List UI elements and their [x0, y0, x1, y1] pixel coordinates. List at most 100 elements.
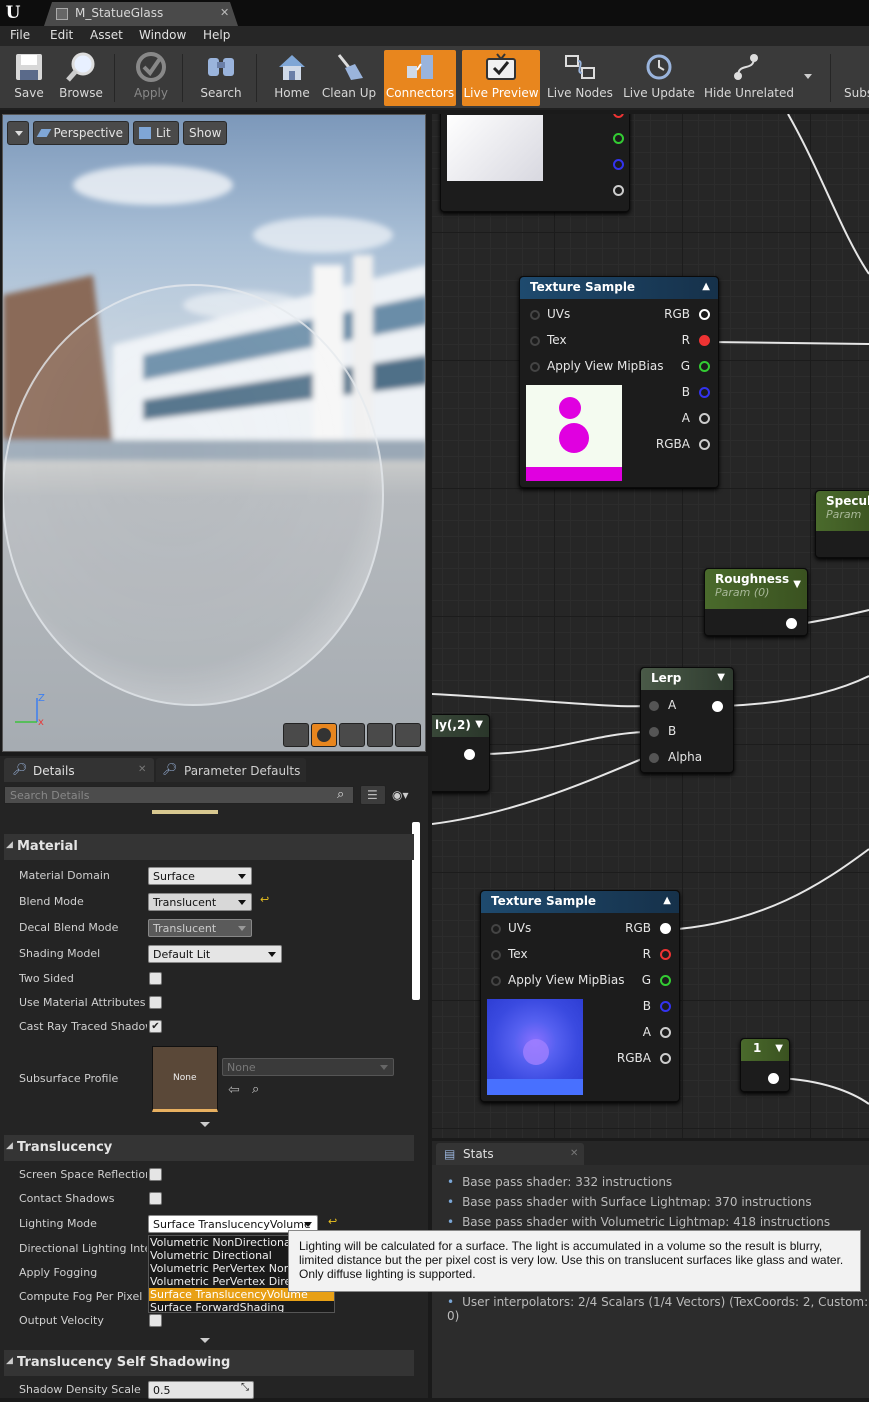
material-domain-dropdown[interactable]: Surface — [148, 867, 252, 885]
preview-viewport[interactable]: Perspective Lit Show Z x — [2, 114, 426, 752]
use-material-attributes-checkbox[interactable] — [149, 996, 162, 1009]
mipbias-input-pin-icon[interactable] — [491, 976, 501, 986]
output-pin-icon[interactable] — [712, 701, 723, 712]
a-output-pin-icon[interactable] — [660, 1027, 671, 1038]
show-button[interactable]: Show — [183, 121, 227, 145]
connectors-button[interactable]: Connectors — [384, 50, 456, 106]
apply-button[interactable]: Apply — [128, 50, 174, 106]
reset-to-default-icon[interactable]: ↩ — [328, 1215, 337, 1228]
subsurface-thumbnail[interactable]: None — [152, 1046, 218, 1112]
lit-button[interactable]: Lit — [133, 121, 179, 145]
constant-node[interactable]: 1 ▼ — [740, 1038, 790, 1092]
specular-param-node[interactable]: Specul Param — [815, 490, 869, 558]
b-input-pin-icon[interactable] — [649, 727, 659, 737]
browse-button[interactable]: Browse — [56, 50, 106, 106]
node-header[interactable]: 1 ▼ — [741, 1039, 789, 1061]
translucency-section-header[interactable]: ◢ Translucency — [4, 1135, 414, 1161]
drag-handle-icon[interactable]: ⤡ — [241, 1382, 249, 1393]
material-graph[interactable]: Texture Sample ▲ UVs Tex Apply View MipBi… — [432, 114, 869, 1138]
g-output-pin-icon[interactable] — [660, 975, 671, 986]
rgba-output-pin-icon[interactable] — [699, 439, 710, 450]
search-button[interactable]: Search — [196, 50, 246, 106]
menu-asset[interactable]: Asset — [90, 28, 123, 42]
perspective-button[interactable]: Perspective — [33, 121, 129, 145]
live-update-button[interactable]: Live Update — [622, 50, 696, 106]
menu-file[interactable]: File — [10, 28, 30, 42]
node-header[interactable]: ly(,2) ▼ — [432, 715, 489, 737]
close-icon[interactable]: ✕ — [570, 1148, 578, 1159]
output-velocity-checkbox[interactable] — [149, 1314, 162, 1327]
g-output-pin-icon[interactable] — [699, 361, 710, 372]
uvs-input-pin-icon[interactable] — [530, 310, 540, 320]
viewport-options-button[interactable] — [7, 121, 29, 145]
browse-magnifier-icon[interactable]: ⌕ — [252, 1082, 259, 1097]
close-tab-icon[interactable]: ✕ — [220, 6, 229, 19]
lerp-node[interactable]: Lerp ▼ A B Alpha — [640, 667, 734, 773]
option-surface-forward-shading[interactable]: Surface ForwardShading — [149, 1301, 334, 1312]
contact-shadows-checkbox[interactable] — [149, 1192, 162, 1205]
menu-help[interactable]: Help — [203, 28, 230, 42]
eye-icon[interactable]: ◉▾ — [392, 788, 409, 802]
ssr-checkbox[interactable] — [149, 1168, 162, 1181]
cast-ray-traced-shadows-checkbox[interactable]: ✔ — [149, 1020, 162, 1033]
tab-parameter-defaults[interactable]: 🔎︎ Parameter Defaults — [156, 758, 306, 782]
save-button[interactable]: Save — [6, 50, 52, 106]
cleanup-button[interactable]: Clean Up — [320, 50, 378, 106]
partial-function-node[interactable]: ly(,2) ▼ — [432, 714, 490, 792]
tex-input-pin-icon[interactable] — [530, 336, 540, 346]
menu-window[interactable]: Window — [139, 28, 186, 42]
collapse-arrow-icon[interactable]: ▼ — [775, 1043, 783, 1054]
collapse-arrow-icon[interactable]: ▲ — [702, 281, 710, 292]
search-input[interactable]: Search Details ⌕ — [4, 786, 354, 804]
output-pin-icon[interactable] — [464, 749, 475, 760]
a-output-pin-icon[interactable] — [699, 413, 710, 424]
decal-blend-mode-dropdown[interactable]: Translucent — [148, 919, 252, 937]
material-section-header[interactable]: ◢ Material — [4, 834, 414, 860]
collapse-arrow-icon[interactable]: ▼ — [793, 579, 801, 590]
node-header[interactable]: Texture Sample ▲ — [481, 891, 679, 913]
shadow-density-input[interactable]: 0.5 ⤡ — [148, 1381, 254, 1399]
texture-sample-node-2[interactable]: Texture Sample ▲ UVs Tex Apply View MipBi… — [480, 890, 680, 1102]
b-output-pin-icon[interactable] — [660, 1001, 671, 1012]
shading-model-dropdown[interactable]: Default Lit — [148, 945, 282, 963]
live-nodes-button[interactable]: Live Nodes — [546, 50, 614, 106]
output-pin-icon[interactable] — [768, 1073, 779, 1084]
hide-unrelated-button[interactable]: Hide Unrelated — [704, 50, 794, 106]
tex-input-pin-icon[interactable] — [491, 950, 501, 960]
two-sided-checkbox[interactable] — [149, 972, 162, 985]
self-shadowing-section-header[interactable]: ◢ Translucency Self Shadowing — [4, 1350, 414, 1376]
g-output-pin-icon[interactable] — [613, 133, 624, 144]
advanced-expand-icon[interactable] — [200, 1338, 210, 1343]
close-icon[interactable]: ✕ — [138, 764, 146, 775]
a-output-pin-icon[interactable] — [613, 185, 624, 196]
rgb-output-pin-icon[interactable] — [699, 309, 710, 320]
rgba-output-pin-icon[interactable] — [660, 1053, 671, 1064]
roughness-param-node[interactable]: Roughness Param (0) ▼ — [704, 568, 808, 636]
live-preview-button[interactable]: Live Preview — [462, 50, 540, 106]
alpha-input-pin-icon[interactable] — [649, 753, 659, 763]
cube-shape-button[interactable] — [367, 723, 393, 747]
b-output-pin-icon[interactable] — [613, 159, 624, 170]
tab-details[interactable]: 🔎︎ Details ✕ — [4, 758, 154, 782]
menu-edit[interactable]: Edit — [50, 28, 73, 42]
toolbar-overflow-icon[interactable] — [804, 74, 812, 79]
reset-to-default-icon[interactable]: ↩ — [260, 893, 269, 906]
r-output-pin-icon[interactable] — [699, 335, 710, 346]
r-output-pin-icon[interactable] — [660, 949, 671, 960]
tab-stats[interactable]: ▤ Stats ✕ — [436, 1143, 584, 1165]
advanced-expand-icon[interactable] — [200, 1122, 210, 1127]
graph-node-partial-top[interactable] — [440, 114, 630, 212]
home-button[interactable]: Home — [270, 50, 314, 106]
collapse-arrow-icon[interactable]: ▼ — [475, 719, 483, 730]
output-pin-icon[interactable] — [786, 618, 797, 629]
sphere-shape-button[interactable] — [311, 723, 337, 747]
subsurface-profile-dropdown[interactable]: None — [222, 1058, 394, 1076]
plane-shape-button[interactable] — [339, 723, 365, 747]
use-selected-arrow-icon[interactable]: ⇦ — [228, 1082, 240, 1098]
r-output-pin-icon[interactable] — [613, 114, 624, 118]
document-tab[interactable]: M_StatueGlass ✕ — [44, 2, 238, 26]
uvs-input-pin-icon[interactable] — [491, 924, 501, 934]
node-header[interactable]: Lerp ▼ — [641, 668, 733, 690]
subsurface-button[interactable]: Subs — [840, 50, 869, 106]
texture-sample-node-1[interactable]: Texture Sample ▲ UVs Tex Apply View MipBi… — [519, 276, 719, 488]
